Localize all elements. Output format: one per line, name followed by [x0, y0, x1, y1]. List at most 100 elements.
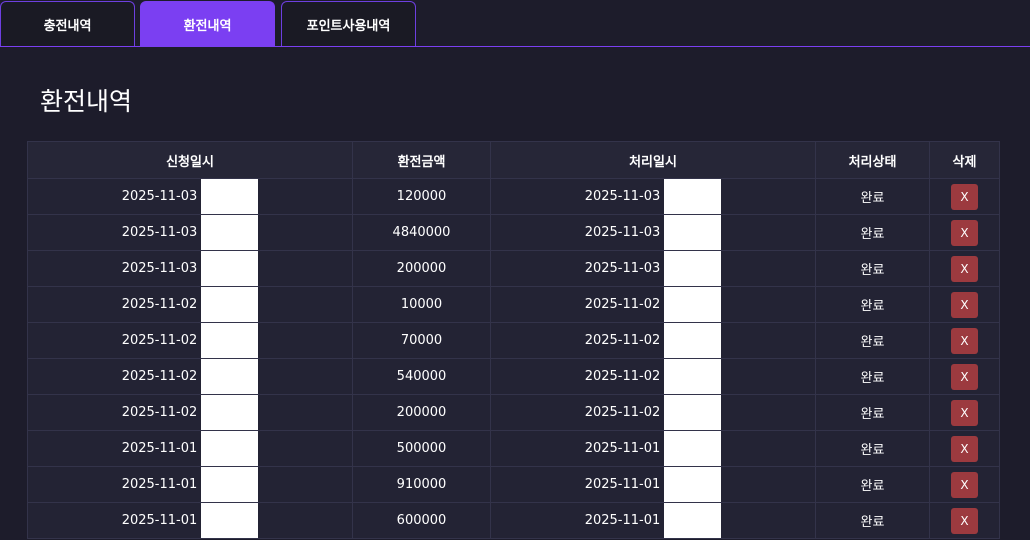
redaction-mask [664, 503, 722, 538]
tab-exchange-history[interactable]: 환전내역 [140, 1, 275, 46]
redaction-mask [664, 215, 722, 250]
status-cell: 완료 [815, 286, 930, 323]
table-row: 2025-11-02 200000 2025-11-02 완료 X [27, 394, 1000, 431]
redaction-mask [664, 287, 722, 322]
request-date-cell: 2025-11-02 [27, 286, 353, 323]
request-date: 2025-11-02 [121, 369, 198, 384]
request-date-cell: 2025-11-01 [27, 466, 353, 503]
request-date: 2025-11-01 [121, 513, 198, 528]
delete-cell: X [929, 178, 1000, 215]
redaction-mask [201, 431, 259, 466]
process-date: 2025-11-02 [584, 369, 661, 384]
header-amount: 환전금액 [352, 141, 491, 179]
process-date-cell: 2025-11-03 [490, 178, 816, 215]
status-cell: 완료 [815, 322, 930, 359]
request-date: 2025-11-01 [121, 441, 198, 456]
delete-button[interactable]: X [951, 471, 978, 498]
redaction-mask [201, 359, 259, 394]
process-date-cell: 2025-11-02 [490, 394, 816, 431]
status-cell: 완료 [815, 394, 930, 431]
delete-button[interactable]: X [951, 435, 978, 462]
table-row: 2025-11-02 70000 2025-11-02 완료 X [27, 322, 1000, 359]
request-date-cell: 2025-11-02 [27, 322, 353, 359]
redaction-mask [664, 323, 722, 358]
tab-charge-history[interactable]: 충전내역 [0, 1, 135, 46]
process-date: 2025-11-02 [584, 333, 661, 348]
delete-cell: X [929, 322, 1000, 359]
redaction-mask [664, 431, 722, 466]
redaction-mask [664, 467, 722, 502]
process-date: 2025-11-03 [584, 225, 661, 240]
process-date-cell: 2025-11-02 [490, 322, 816, 359]
delete-button[interactable]: X [951, 327, 978, 354]
process-date: 2025-11-03 [584, 261, 661, 276]
process-date-cell: 2025-11-03 [490, 214, 816, 251]
header-request-date: 신청일시 [27, 141, 353, 179]
request-date-cell: 2025-11-01 [27, 502, 353, 539]
redaction-mask [201, 467, 259, 502]
request-date: 2025-11-02 [121, 297, 198, 312]
amount-cell: 600000 [352, 502, 491, 539]
delete-cell: X [929, 430, 1000, 467]
request-date: 2025-11-01 [121, 477, 198, 492]
amount-cell: 200000 [352, 250, 491, 287]
delete-cell: X [929, 214, 1000, 251]
request-date-cell: 2025-11-03 [27, 214, 353, 251]
redaction-mask [664, 251, 722, 286]
process-date-cell: 2025-11-02 [490, 286, 816, 323]
delete-button[interactable]: X [951, 507, 978, 534]
process-date-cell: 2025-11-03 [490, 250, 816, 287]
redaction-mask [201, 287, 259, 322]
redaction-mask [201, 503, 259, 538]
table-row: 2025-11-01 600000 2025-11-01 완료 X [27, 502, 1000, 539]
amount-cell: 10000 [352, 286, 491, 323]
redaction-mask [664, 179, 722, 214]
process-date: 2025-11-03 [584, 189, 661, 204]
process-date: 2025-11-01 [584, 441, 661, 456]
tab-point-usage-history[interactable]: 포인트사용내역 [281, 1, 416, 46]
delete-button[interactable]: X [951, 399, 978, 426]
status-cell: 완료 [815, 358, 930, 395]
status-cell: 완료 [815, 466, 930, 503]
request-date: 2025-11-03 [121, 261, 198, 276]
amount-cell: 540000 [352, 358, 491, 395]
redaction-mask [201, 179, 259, 214]
request-date-cell: 2025-11-02 [27, 394, 353, 431]
request-date: 2025-11-03 [121, 225, 198, 240]
amount-cell: 120000 [352, 178, 491, 215]
request-date: 2025-11-03 [121, 189, 198, 204]
redaction-mask [201, 323, 259, 358]
delete-button[interactable]: X [951, 291, 978, 318]
redaction-mask [664, 359, 722, 394]
amount-cell: 200000 [352, 394, 491, 431]
amount-cell: 910000 [352, 466, 491, 503]
delete-cell: X [929, 358, 1000, 395]
status-cell: 완료 [815, 250, 930, 287]
exchange-history-table: 신청일시 환전금액 처리일시 처리상태 삭제 2025-11-03 120000 2… [27, 141, 1000, 539]
redaction-mask [201, 215, 259, 250]
redaction-mask [201, 395, 259, 430]
request-date-cell: 2025-11-01 [27, 430, 353, 467]
delete-button[interactable]: X [951, 219, 978, 246]
status-cell: 완료 [815, 430, 930, 467]
delete-button[interactable]: X [951, 183, 978, 210]
table-row: 2025-11-02 10000 2025-11-02 완료 X [27, 286, 1000, 323]
table-row: 2025-11-03 120000 2025-11-03 완료 X [27, 178, 1000, 215]
request-date: 2025-11-02 [121, 405, 198, 420]
request-date: 2025-11-02 [121, 333, 198, 348]
delete-cell: X [929, 286, 1000, 323]
delete-button[interactable]: X [951, 255, 978, 282]
table-row: 2025-11-02 540000 2025-11-02 완료 X [27, 358, 1000, 395]
process-date: 2025-11-02 [584, 405, 661, 420]
delete-cell: X [929, 250, 1000, 287]
request-date-cell: 2025-11-03 [27, 250, 353, 287]
delete-button[interactable]: X [951, 363, 978, 390]
process-date-cell: 2025-11-01 [490, 430, 816, 467]
table-header-row: 신청일시 환전금액 처리일시 처리상태 삭제 [27, 141, 1000, 179]
table-row: 2025-11-03 200000 2025-11-03 완료 X [27, 250, 1000, 287]
status-cell: 완료 [815, 178, 930, 215]
table-row: 2025-11-01 910000 2025-11-01 완료 X [27, 466, 1000, 503]
amount-cell: 500000 [352, 430, 491, 467]
process-date-cell: 2025-11-02 [490, 358, 816, 395]
header-process-date: 처리일시 [490, 141, 816, 179]
